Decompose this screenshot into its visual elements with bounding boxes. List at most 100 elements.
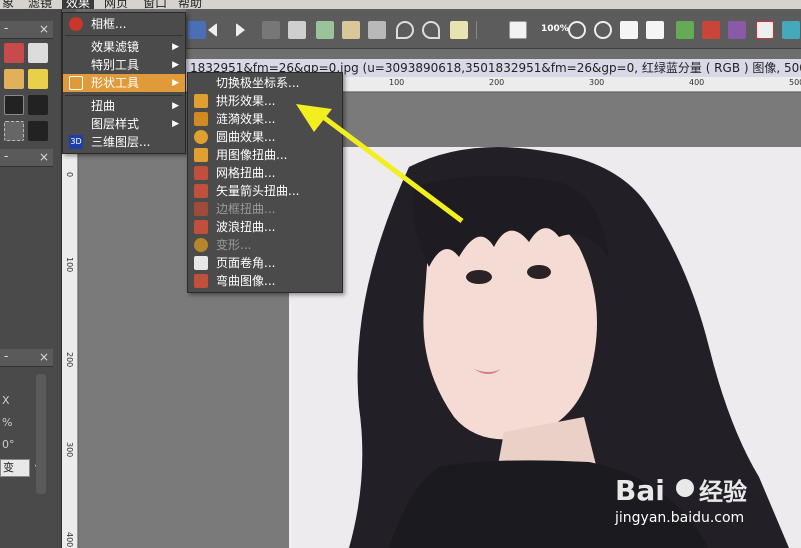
mask-icon[interactable] [4, 95, 24, 115]
forward-icon[interactable] [236, 23, 245, 37]
wave-icon [194, 220, 208, 234]
fit-window-icon[interactable] [620, 21, 638, 39]
menu-separator [65, 35, 183, 36]
control-percent-label: % [2, 416, 13, 429]
ruler-tick: 400 [689, 78, 705, 87]
mask-select-icon[interactable] [28, 121, 48, 141]
menu-item-image[interactable]: 象 [2, 0, 14, 9]
panel-scrollbar[interactable] [36, 374, 46, 494]
submenu-item-polar[interactable]: 切换极坐标系... [188, 74, 342, 92]
border-warp-icon [194, 202, 208, 216]
watermark-url: jingyan.baidu.com [615, 510, 745, 526]
ruler-tick: 100 [389, 78, 405, 87]
submenu-arrow-icon: ▶ [172, 119, 179, 129]
submenu-item-morph[interactable]: 变形... [188, 236, 342, 254]
ruler-tick: 200 [65, 352, 74, 368]
annotation-arrow [296, 104, 464, 223]
close-icon[interactable]: × [39, 22, 49, 36]
zoom-in-icon[interactable] [568, 21, 586, 39]
toolbar-separator [476, 21, 477, 39]
line-tool-icon[interactable] [509, 21, 527, 39]
bend-icon [194, 274, 208, 288]
ruler-tick: 200 [489, 78, 505, 87]
tools-panel-header: - × [0, 21, 53, 39]
perspective-icon[interactable] [702, 21, 720, 39]
ruler-tick: 300 [589, 78, 605, 87]
print-icon[interactable] [288, 21, 306, 39]
mountain-icon[interactable] [728, 21, 746, 39]
menu-item-filter[interactable]: 滤镜 [28, 0, 52, 9]
close-icon[interactable]: × [39, 150, 49, 164]
rotate-icon[interactable] [676, 21, 694, 39]
3d-icon: 3D [69, 135, 83, 149]
submenu-arrow-icon: ▶ [172, 101, 179, 111]
arch-icon [194, 94, 208, 108]
ruler-tick: 500 [789, 78, 801, 87]
redo-icon[interactable] [422, 21, 440, 39]
scanner-icon[interactable] [262, 21, 280, 39]
ruler-tick: 300 [65, 442, 74, 458]
panel-header-3: - × [0, 349, 53, 367]
image-warp-icon [194, 148, 208, 162]
zoom-out-icon[interactable] [594, 21, 612, 39]
pen-icon[interactable] [4, 43, 24, 63]
menu-item-layer-styles[interactable]: 图层样式 ▶ [63, 115, 185, 133]
sphere-icon [194, 130, 208, 144]
mesh-warp-icon [194, 166, 208, 180]
copy-icon[interactable] [316, 21, 334, 39]
checkbox-icon [69, 76, 83, 90]
frame-icon [69, 17, 83, 31]
menu-item-distort[interactable]: 扭曲 ▶ [63, 97, 185, 115]
close-icon[interactable]: × [39, 350, 49, 364]
mask-brush-icon[interactable] [28, 95, 48, 115]
menu-item-effects[interactable]: 效果 [62, 0, 95, 9]
page-curl-icon [194, 256, 208, 270]
svg-text:经验: 经验 [699, 478, 747, 506]
menu-item-help[interactable]: 帮助 [178, 0, 202, 9]
eraser-icon[interactable] [28, 43, 48, 63]
submenu-item-page-curl[interactable]: 页面卷角... [188, 254, 342, 272]
menu-item-effect-filters[interactable]: 效果滤镜 ▶ [63, 38, 185, 56]
brush-icon[interactable] [4, 69, 24, 89]
zoom-100-button[interactable]: 100% [541, 24, 569, 34]
magic-wand-icon[interactable] [28, 69, 48, 89]
baidu-watermark: Bai 经验 jingyan.baidu.com [615, 470, 795, 526]
menu-item-frame[interactable]: 相框... [63, 15, 185, 33]
menu-item-web[interactable]: 网页 [104, 0, 128, 9]
effects-menu: 相框... 效果滤镜 ▶ 特别工具 ▶ 形状工具 ▶ 扭曲 ▶ 图层样式 ▶ 3… [62, 12, 186, 154]
menu-item-window[interactable]: 窗口 [143, 0, 167, 9]
ruler-tick: 0 [65, 172, 74, 178]
toolbar: 100% [186, 9, 801, 49]
select-icon[interactable] [4, 121, 24, 141]
ruler-tick: 400 [65, 532, 74, 548]
ruler-tick: 100 [65, 257, 74, 273]
menu-bar: 象 滤镜 效果 网页 窗口 帮助 [0, 0, 801, 9]
menu-separator [65, 95, 183, 96]
crop-icon[interactable] [756, 21, 774, 39]
paste-icon[interactable] [342, 21, 360, 39]
help-pointer-icon[interactable] [450, 21, 468, 39]
image-icon[interactable] [188, 21, 206, 39]
undo-icon[interactable] [396, 21, 414, 39]
menu-item-special-tools[interactable]: 特别工具 ▶ [63, 56, 185, 74]
svg-text:Bai: Bai [615, 474, 665, 507]
back-icon[interactable] [208, 23, 217, 37]
ripple-icon [194, 112, 208, 126]
vector-warp-icon [194, 184, 208, 198]
submenu-arrow-icon: ▶ [172, 42, 179, 52]
submenu-arrow-icon: ▶ [172, 60, 179, 70]
control-x-label: X [2, 394, 10, 407]
morph-icon [194, 238, 208, 252]
panel-header-2: - × [0, 149, 53, 167]
submenu-item-bend[interactable]: 弯曲图像... [188, 272, 342, 290]
resize-icon[interactable] [782, 21, 800, 39]
submenu-arrow-icon: ▶ [172, 78, 179, 88]
mode-select[interactable]: 变▼ [0, 459, 41, 477]
control-angle-label: 0° [2, 438, 15, 451]
menu-item-3d-layer[interactable]: 3D 三维图层... [63, 133, 185, 151]
menu-item-shape-tools[interactable]: 形状工具 ▶ [63, 74, 185, 92]
actual-size-icon[interactable] [646, 21, 664, 39]
paste-new-icon[interactable] [368, 21, 386, 39]
vertical-ruler: 0 100 200 300 400 [62, 92, 78, 548]
baidu-jingyan-logo: Bai 经验 [615, 474, 747, 507]
